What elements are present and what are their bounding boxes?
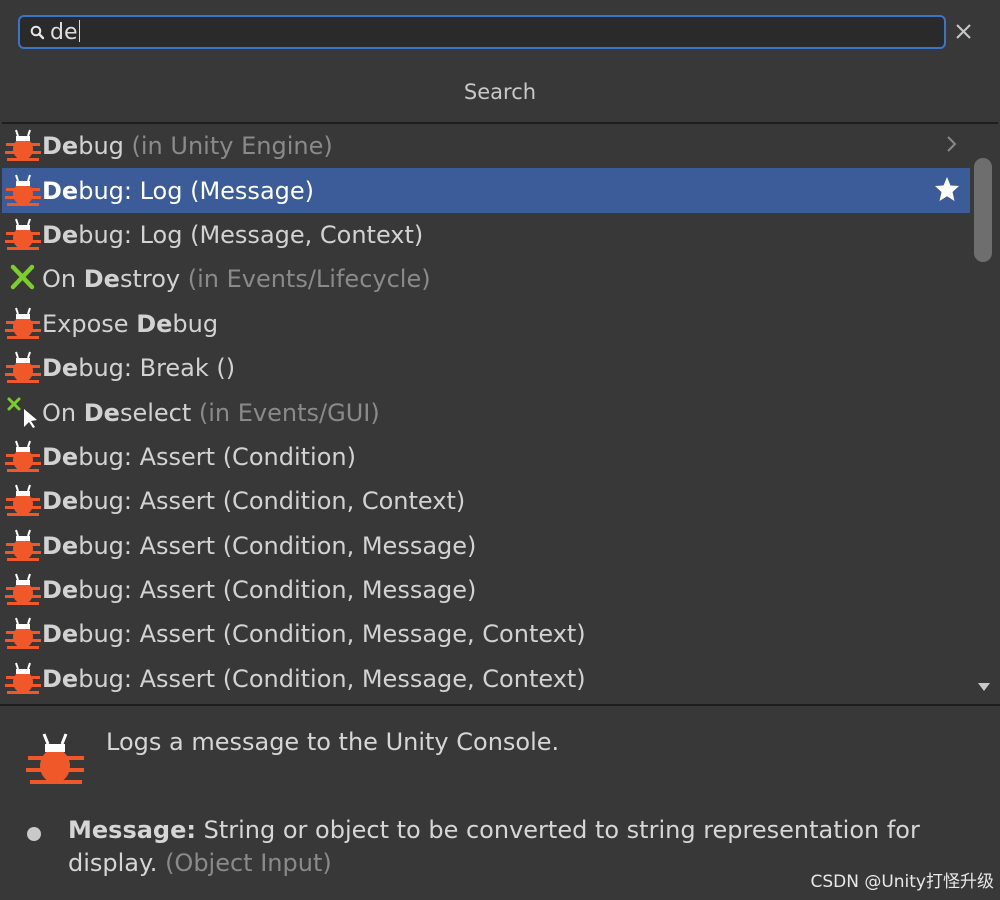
bug-icon: [4, 173, 42, 209]
result-label-suffix: select: [119, 398, 199, 427]
bug-icon: [4, 528, 42, 564]
node-description: Logs a message to the Unity Console.: [106, 728, 560, 756]
result-label: On Deselect (in Events/GUI): [42, 399, 380, 427]
search-input[interactable]: de: [50, 20, 80, 46]
result-row[interactable]: Debug: Assert (Condition, Message): [2, 568, 970, 612]
result-row[interactable]: Debug: Assert (Condition, Message, Conte…: [2, 612, 970, 656]
result-label-suffix: bug: Assert (Condition, Message, Context…: [78, 664, 586, 693]
result-row[interactable]: Debug: Assert (Condition): [2, 435, 970, 479]
deselect-cursor-icon: [4, 395, 42, 431]
watermark: CSDN @Unity打怪升级: [810, 872, 994, 892]
result-label-suffix: bug: Log (Message): [78, 176, 315, 205]
bug-icon: [4, 128, 42, 164]
result-label-match: De: [83, 398, 120, 427]
scrollbar-thumb[interactable]: [974, 158, 992, 262]
result-label-match: De: [42, 132, 79, 161]
result-label-match: De: [42, 620, 79, 649]
result-label-suffix: bug: Assert (Condition, Message): [78, 576, 477, 605]
results-list: Debug (in Unity Engine) Debug: Log (Messa…: [2, 124, 970, 704]
result-label: Expose Debug: [42, 310, 218, 338]
result-label: Debug: Assert (Condition, Message, Conte…: [42, 665, 586, 693]
result-row[interactable]: Debug: Log (Message, Context): [2, 213, 970, 257]
result-label-prefix: On: [42, 265, 84, 294]
result-label-suffix: bug: [172, 309, 219, 338]
parameter-name: Message:: [68, 816, 196, 844]
result-label: Debug: Log (Message): [42, 177, 314, 205]
result-label: On Destroy (in Events/Lifecycle): [42, 265, 431, 293]
destroy-x-icon: [4, 261, 42, 297]
result-category: (in Unity Engine): [123, 132, 333, 161]
result-label-suffix: bug: [78, 132, 124, 161]
bug-icon: [4, 483, 42, 519]
bug-icon: [4, 616, 42, 652]
result-row[interactable]: Debug: Break (): [2, 346, 970, 390]
result-label-suffix: bug: Assert (Condition, Context): [78, 487, 466, 516]
scrollbar[interactable]: [970, 124, 998, 704]
chevron-right-icon[interactable]: [944, 132, 960, 162]
result-row[interactable]: Debug: Assert (Condition, Message, Conte…: [2, 657, 970, 701]
result-label: Debug: Assert (Condition, Message): [42, 576, 476, 604]
result-category: (in Events/GUI): [198, 398, 380, 427]
result-category: (in Events/Lifecycle): [187, 265, 431, 294]
panel-title: Search: [463, 80, 537, 104]
result-row[interactable]: Debug: Assert (Condition, Context): [2, 479, 970, 523]
bug-icon: [4, 350, 42, 386]
result-label-suffix: bug: Break (): [78, 354, 236, 383]
result-label: Debug: Log (Message, Context): [42, 221, 423, 249]
result-label-match: De: [42, 576, 79, 605]
scroll-down-arrow-icon[interactable]: [977, 680, 991, 694]
result-label-match: De: [42, 664, 79, 693]
result-row[interactable]: Expose Debug: [2, 302, 970, 346]
bug-icon: [4, 306, 42, 342]
bug-icon: [26, 733, 84, 784]
result-label: Debug (in Unity Engine): [42, 132, 333, 160]
result-label: Debug: Assert (Condition, Context): [42, 487, 465, 515]
result-label-match: De: [42, 487, 79, 516]
result-label-prefix: Expose: [42, 309, 137, 338]
result-label-suffix: bug: Log (Message, Context): [78, 220, 424, 249]
result-label-suffix: bug: Assert (Condition, Message): [78, 531, 477, 560]
result-row[interactable]: Debug (in Unity Engine): [2, 124, 970, 168]
result-label-suffix: stroy: [119, 265, 188, 294]
result-label-match: De: [136, 309, 173, 338]
parameter-type: (Object Input): [157, 849, 332, 877]
result-row[interactable]: Debug: Log (Message): [2, 168, 970, 213]
result-label-match: De: [42, 220, 79, 249]
search-icon: [30, 25, 45, 40]
result-row[interactable]: On Deselect (in Events/GUI): [2, 390, 970, 434]
port-bullet-icon: [27, 827, 41, 841]
result-label-match: De: [42, 176, 79, 205]
result-label-match: De: [83, 265, 120, 294]
favorite-star-icon[interactable]: [934, 176, 960, 208]
result-label-suffix: bug: Assert (Condition, Message, Context…: [78, 620, 586, 649]
search-field[interactable]: de: [18, 15, 946, 49]
result-label: Debug: Break (): [42, 354, 235, 382]
result-label-suffix: bug: Assert (Condition): [78, 442, 356, 471]
result-label: Debug: Assert (Condition, Message): [42, 532, 476, 560]
result-label: Debug: Assert (Condition, Message, Conte…: [42, 620, 586, 648]
result-label: Debug: Assert (Condition): [42, 443, 356, 471]
result-label-match: De: [42, 531, 79, 560]
bug-icon: [4, 217, 42, 253]
result-row[interactable]: Debug: Assert (Condition, Message): [2, 524, 970, 568]
result-row[interactable]: On Destroy (in Events/Lifecycle): [2, 257, 970, 301]
bug-icon: [4, 661, 42, 697]
result-label-prefix: On: [42, 398, 84, 427]
result-label-match: De: [42, 354, 79, 383]
bug-icon: [4, 572, 42, 608]
result-label-match: De: [42, 442, 79, 471]
bug-icon: [4, 439, 42, 475]
close-icon[interactable]: [954, 22, 974, 42]
fuzzy-finder-panel: de Search Debug (in Unity Engine) Debug: …: [0, 0, 1000, 900]
